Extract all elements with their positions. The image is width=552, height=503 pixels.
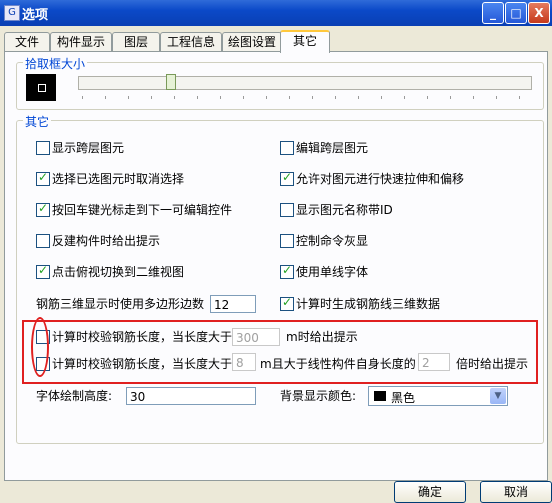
click-2d-label: 点击俯视切换到二维视图 (52, 265, 185, 279)
slider-tick (473, 96, 474, 99)
show-name-id-checkbox[interactable] (280, 203, 294, 217)
window-title: 选项 (22, 8, 49, 23)
slider-tick (358, 96, 359, 99)
deselect-checkbox[interactable] (36, 170, 50, 186)
deselect-label: 选择已选图元时取消选择 (52, 172, 185, 186)
show-cross-layer-label: 显示跨层图元 (52, 141, 125, 155)
ok-button[interactable]: 确定 (394, 481, 466, 503)
bg-color-select[interactable]: 黑色 ▼ (368, 386, 508, 406)
cmd-gray-checkbox[interactable] (280, 234, 294, 248)
maximize-button[interactable]: □ (505, 2, 527, 24)
show-name-id-label: 显示图元名称带ID (296, 203, 393, 217)
enter-next-label: 按回车键光标走到下一可编辑控件 (52, 203, 233, 217)
cancel-button[interactable]: 取消 (480, 481, 552, 503)
quick-stretch-label: 允许对图元进行快速拉伸和偏移 (296, 172, 465, 186)
slider-tick (266, 96, 267, 99)
title-bar: G 选项 _ □ X (0, 0, 552, 26)
close-button[interactable]: X (528, 2, 550, 24)
cmd-gray-label: 控制命令灰显 (296, 234, 369, 248)
slider-tick (128, 96, 129, 99)
tab-project-info[interactable]: 工程信息 (160, 32, 222, 51)
chevron-down-icon[interactable]: ▼ (490, 388, 506, 404)
pick-box-legend: 拾取框大小 (23, 55, 88, 72)
edit-cross-layer-label: 编辑跨层图元 (296, 141, 369, 155)
tab-file[interactable]: 文件 (4, 32, 50, 51)
slider-tick (450, 96, 451, 99)
single-line-font-checkbox[interactable] (280, 263, 294, 279)
click-2d-checkbox[interactable] (36, 263, 50, 279)
slider-tick (381, 96, 382, 99)
highlight-box (22, 320, 538, 384)
enter-next-checkbox[interactable] (36, 201, 50, 217)
tab-other[interactable]: 其它 (280, 30, 330, 53)
minimize-button[interactable]: _ (482, 2, 504, 24)
font-height-label: 字体绘制高度: (36, 389, 113, 403)
pick-box-preview (26, 74, 56, 101)
other-legend: 其它 (23, 113, 52, 130)
polygon-edges-input[interactable]: 12 (210, 295, 256, 313)
polygon-edges-label: 钢筋三维显示时使用多边形边数 (36, 297, 205, 311)
slider-tick (105, 96, 106, 99)
slider-tick (82, 96, 83, 99)
reverse-hint-label: 反建构件时给出提示 (52, 234, 161, 248)
bg-color-value: 黑色 (391, 391, 416, 405)
quick-stretch-checkbox[interactable] (280, 170, 294, 186)
slider-tick (220, 96, 221, 99)
slider-tick (335, 96, 336, 99)
edit-cross-layer-checkbox[interactable] (280, 141, 294, 155)
font-height-input[interactable]: 30 (126, 387, 256, 405)
slider-tick (496, 96, 497, 99)
slider-tick (243, 96, 244, 99)
slider-tick (519, 96, 520, 99)
show-cross-layer-checkbox[interactable] (36, 141, 50, 155)
tab-layers[interactable]: 图层 (112, 32, 160, 51)
slider-tick (289, 96, 290, 99)
color-swatch (374, 391, 386, 401)
highlight-oval (31, 317, 49, 377)
slider-tick (197, 96, 198, 99)
reverse-hint-checkbox[interactable] (36, 234, 50, 248)
slider-tick (174, 96, 175, 99)
slider-tick (312, 96, 313, 99)
slider-tick (427, 96, 428, 99)
app-icon: G (4, 5, 20, 21)
pick-box-slider[interactable] (78, 76, 532, 90)
tab-component-display[interactable]: 构件显示 (50, 32, 112, 51)
slider-tick (404, 96, 405, 99)
slider-thumb[interactable] (166, 74, 176, 90)
bg-color-label: 背景显示颜色: (280, 389, 357, 403)
gen-rebar-3d-label: 计算时生成钢筋线三维数据 (296, 297, 441, 311)
tab-drawing-settings[interactable]: 绘图设置 (222, 32, 282, 51)
slider-tick (151, 96, 152, 99)
gen-rebar-3d-checkbox[interactable] (280, 295, 294, 311)
single-line-font-label: 使用单线字体 (296, 265, 369, 279)
